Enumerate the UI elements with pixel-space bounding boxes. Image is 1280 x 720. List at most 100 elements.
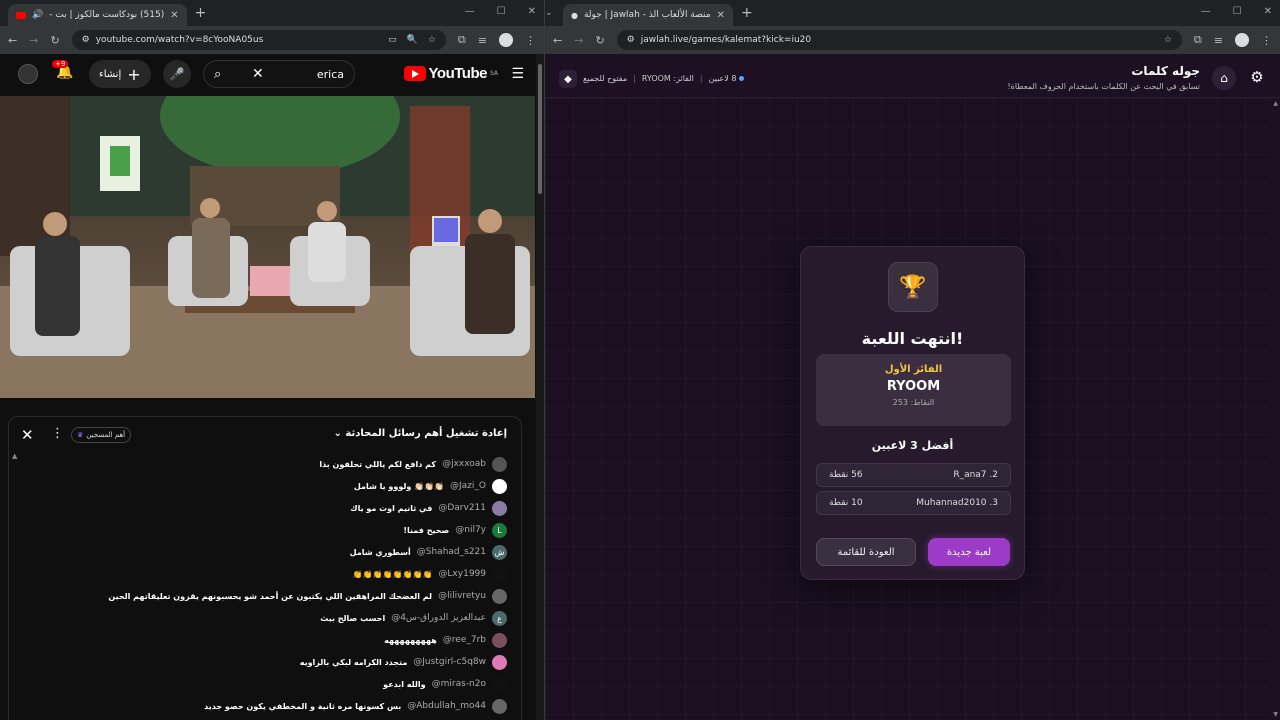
media-icon[interactable]: ≡ — [478, 34, 487, 47]
chat-message[interactable]: ع @عبدالعزيز الدوراق-س4 احسب صالح بيث — [320, 608, 507, 628]
forward-icon[interactable]: → — [29, 34, 38, 47]
bookmark-star-icon[interactable]: ☆ — [428, 35, 436, 45]
video-player[interactable] — [0, 96, 535, 398]
scrollbar-thumb[interactable] — [538, 64, 542, 194]
chat-author[interactable]: @jxxxoab — [442, 459, 486, 469]
url-field[interactable]: ⚙ youtube.com/watch?v=8cYooNA05us ▭ 🔍 ☆ — [71, 30, 446, 50]
chat-message[interactable]: @Justgirl-c5q8w متجدد الكرامه لبكي بالزاو… — [300, 652, 507, 672]
close-window-icon[interactable]: ✕ — [528, 6, 536, 17]
reload-icon[interactable]: ↻ — [595, 34, 604, 47]
chat-avatar[interactable] — [492, 632, 507, 648]
maximize-icon[interactable]: ☐ — [497, 6, 506, 17]
new-game-button[interactable]: لعبة جديدة — [928, 538, 1010, 566]
zoom-icon[interactable]: 🔍 — [407, 35, 418, 45]
chat-avatar[interactable] — [492, 566, 507, 582]
close-chat-icon[interactable]: ✕ — [21, 426, 34, 444]
chat-message[interactable]: @miras-n2o والله ابدعو — [383, 674, 507, 694]
chat-author[interactable]: @Darv211 — [438, 503, 486, 513]
hamburger-menu-icon[interactable]: ☰ — [511, 66, 524, 82]
maximize-icon[interactable]: ☐ — [1233, 6, 1242, 17]
close-tab-icon[interactable]: ✕ — [717, 10, 725, 21]
new-tab-button[interactable]: + — [741, 5, 753, 21]
extensions-icon[interactable]: ⧉ — [458, 33, 466, 47]
chat-message[interactable]: @Abdullah_mo44 بس كسونها مره ثانية و المخ… — [204, 696, 507, 716]
scroll-up-icon[interactable]: ▲ — [1273, 100, 1278, 107]
chat-message[interactable]: @lilivretyu لم العضحك المراهقين اللي يكتب… — [108, 586, 507, 606]
scroll-down-icon[interactable]: ▼ — [1273, 711, 1278, 718]
members-pill[interactable]: ♛ أهم المسجين — [71, 427, 132, 443]
clear-search-icon[interactable]: ✕ — [252, 66, 264, 82]
menu-kebab-icon[interactable]: ⋮ — [525, 34, 536, 47]
page-scrollbar[interactable] — [536, 54, 544, 720]
chat-message[interactable]: @Darv211 في ثانيم اوت مو ياك — [350, 498, 507, 518]
chat-avatar[interactable]: ع — [492, 610, 507, 626]
bookmark-star-icon[interactable]: ☆ — [1164, 35, 1172, 45]
media-icon[interactable]: ≡ — [1214, 34, 1223, 47]
chat-menu-icon[interactable]: ⋮ — [51, 426, 64, 441]
chat-avatar[interactable] — [492, 588, 507, 604]
crown-icon: ♛ — [77, 431, 84, 439]
back-to-list-button[interactable]: العودة للقائمة — [816, 538, 916, 566]
chat-author[interactable]: @Jazi_O — [450, 481, 486, 491]
chat-avatar[interactable] — [492, 676, 507, 692]
back-icon[interactable]: ← — [553, 34, 562, 47]
close-tab-icon[interactable]: ✕ — [170, 10, 178, 21]
notifications-bell-icon[interactable]: 🔔 +9 — [52, 60, 73, 80]
youtube-logo[interactable]: YouTube SA — [403, 65, 498, 82]
chat-author[interactable]: @Justgirl-c5q8w — [413, 657, 486, 667]
chat-mode-dropdown[interactable]: ⌄ إعادة تشغيل أهم رسائل المحادثة — [334, 428, 507, 439]
tab-search-icon[interactable]: ⌄ — [545, 8, 553, 18]
site-info-icon[interactable]: ⚙ — [82, 35, 90, 45]
chat-message[interactable]: @Jazi_O 👏🏻👏🏻👏🏻 ولووو يا شامل — [354, 476, 507, 496]
search-input[interactable]: ⌕ ✕ erica — [203, 60, 355, 88]
chat-author[interactable]: @Shahad_s221 — [417, 547, 486, 557]
extensions-icon[interactable]: ⧉ — [1194, 33, 1202, 47]
mute-icon[interactable]: 🔊 — [32, 10, 43, 20]
voice-search-mic-icon[interactable]: 🎤 — [163, 60, 191, 88]
cast-icon[interactable]: ▭ — [388, 35, 397, 45]
separator: | — [699, 74, 703, 83]
site-info-icon[interactable]: ⚙ — [627, 35, 635, 45]
user-avatar[interactable] — [18, 64, 38, 84]
chat-author[interactable]: @lilivretyu — [438, 591, 486, 601]
minimize-icon[interactable]: — — [465, 6, 475, 17]
settings-gear-icon[interactable]: ⚙ — [1246, 66, 1268, 88]
jawlah-browser-window: ⌄ ● جولة | Jawlah - منصة الألعاب الذ ✕ +… — [545, 0, 1280, 720]
url-field[interactable]: ⚙ jawlah.live/games/kalemat?kick=iu20 ☆ — [616, 30, 1182, 50]
chat-author[interactable]: @ree_7rb — [443, 635, 486, 645]
reload-icon[interactable]: ↻ — [50, 34, 59, 47]
chat-author[interactable]: @Abdullah_mo44 — [407, 701, 486, 711]
create-button[interactable]: إنشاء + — [89, 60, 151, 88]
page-scrollbar[interactable]: ▲ ▼ — [1270, 98, 1280, 720]
scroll-up-icon[interactable]: ▲ — [12, 452, 17, 460]
close-window-icon[interactable]: ✕ — [1264, 6, 1272, 17]
chat-avatar[interactable] — [492, 500, 507, 516]
profile-avatar[interactable] — [499, 33, 513, 47]
chat-author[interactable]: @nil7y — [455, 525, 486, 535]
back-icon[interactable]: ← — [8, 34, 17, 47]
chat-message[interactable]: ش @Shahad_s221 أسطوري شامل — [350, 542, 507, 562]
chat-avatar[interactable] — [492, 654, 507, 670]
menu-kebab-icon[interactable]: ⋮ — [1261, 34, 1272, 47]
forward-icon[interactable]: → — [574, 34, 583, 47]
chat-avatar[interactable] — [492, 478, 507, 494]
chat-bubble-icon[interactable]: ◆ — [559, 70, 577, 88]
tab-jawlah[interactable]: ● جولة | Jawlah - منصة الألعاب الذ ✕ — [563, 4, 733, 26]
new-tab-button[interactable]: + — [195, 5, 207, 21]
chat-message[interactable]: @Lxy1999 👏👏👏👏👏👏👏👏 — [353, 564, 507, 584]
chat-avatar[interactable] — [492, 698, 507, 714]
tab-youtube[interactable]: 🔊 (515) بودكاست مالكوز | بت - ✕ — [8, 4, 187, 26]
search-icon[interactable]: ⌕ — [214, 67, 221, 82]
chat-message[interactable]: @ree_7rb هههههههههه — [384, 630, 507, 650]
chat-avatar[interactable]: ش — [492, 544, 507, 560]
chat-message[interactable]: L @nil7y صحيح فمنا! — [403, 520, 507, 540]
chat-author[interactable]: @عبدالعزيز الدوراق-س4 — [391, 613, 486, 623]
minimize-icon[interactable]: — — [1201, 6, 1211, 17]
chat-author[interactable]: @miras-n2o — [432, 679, 486, 689]
home-icon[interactable]: ⌂ — [1212, 66, 1236, 90]
profile-avatar[interactable] — [1235, 33, 1249, 47]
chat-author[interactable]: @Lxy1999 — [438, 569, 486, 579]
chat-message[interactable]: @jxxxoab كم دافع لكم ياللي تحلفون بذا — [319, 454, 507, 474]
chat-avatar[interactable] — [492, 456, 507, 472]
chat-avatar[interactable]: L — [492, 522, 507, 538]
